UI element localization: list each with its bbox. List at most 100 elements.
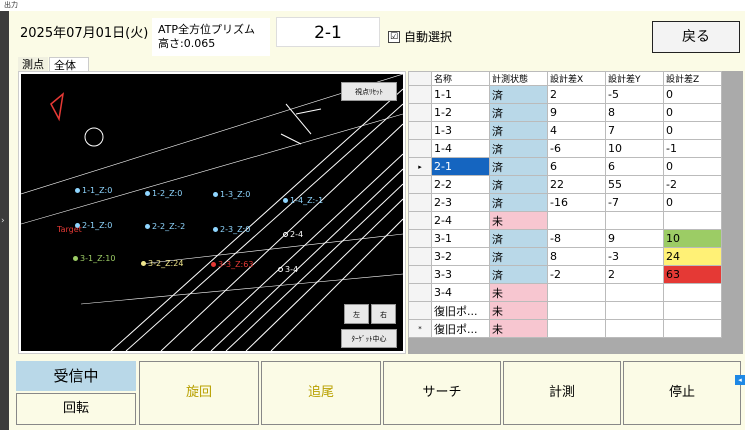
cell-name[interactable]: 1-2: [431, 103, 490, 122]
cell-name[interactable]: 3-4: [431, 283, 490, 302]
cell-diff-x[interactable]: [547, 211, 606, 230]
cell-name[interactable]: 1-4: [431, 139, 490, 158]
cell-status[interactable]: 未: [489, 301, 548, 320]
cell-diff-z[interactable]: 63: [663, 265, 722, 284]
row-marker[interactable]: [408, 229, 432, 248]
search-button[interactable]: サーチ: [383, 361, 501, 425]
row-marker[interactable]: [408, 121, 432, 140]
cell-diff-y[interactable]: 7: [605, 121, 664, 140]
row-marker[interactable]: [408, 283, 432, 302]
cell-diff-y[interactable]: 8: [605, 103, 664, 122]
cell-diff-x[interactable]: 8: [547, 247, 606, 266]
cell-status[interactable]: 済: [489, 85, 548, 104]
cell-diff-z[interactable]: -1: [663, 139, 722, 158]
table-row[interactable]: 1-1 済 2 -5 0: [408, 85, 722, 104]
table-row[interactable]: 1-4 済 -6 10 -1: [408, 139, 722, 158]
stop-button[interactable]: 停止: [623, 361, 741, 425]
cell-diff-y[interactable]: 2: [605, 265, 664, 284]
cell-diff-x[interactable]: [547, 319, 606, 338]
cell-diff-z[interactable]: 24: [663, 247, 722, 266]
row-marker[interactable]: [408, 85, 432, 104]
cell-status[interactable]: 済: [489, 229, 548, 248]
cell-diff-x[interactable]: 2: [547, 85, 606, 104]
table-row[interactable]: 2-2 済 22 55 -2: [408, 175, 722, 194]
cell-name[interactable]: 2-1: [431, 157, 490, 176]
tab-overall[interactable]: 全体: [49, 57, 89, 72]
cell-status[interactable]: 済: [489, 157, 548, 176]
cell-diff-z[interactable]: 0: [663, 157, 722, 176]
cell-status[interactable]: 未: [489, 319, 548, 338]
cell-name[interactable]: 2-3: [431, 193, 490, 212]
point-2-2[interactable]: 2-2_Z:-2: [145, 214, 185, 233]
point-3-2[interactable]: 3-2_Z:24: [141, 251, 183, 270]
cell-name[interactable]: 1-3: [431, 121, 490, 140]
cell-name[interactable]: 復旧ポ...: [431, 319, 490, 338]
cell-diff-x[interactable]: 6: [547, 157, 606, 176]
cell-diff-y[interactable]: -3: [605, 247, 664, 266]
col-header-name[interactable]: 名称: [431, 71, 490, 86]
back-button[interactable]: 戻る: [652, 21, 740, 53]
row-marker[interactable]: [408, 193, 432, 212]
point-3-3[interactable]: 3-3_Z:63: [211, 252, 253, 271]
cell-name[interactable]: 3-1: [431, 229, 490, 248]
cell-diff-y[interactable]: 9: [605, 229, 664, 248]
cell-status[interactable]: 済: [489, 265, 548, 284]
table-row[interactable]: 3-3 済 -2 2 63: [408, 265, 722, 284]
auto-select-checkbox[interactable]: ☑ 自動選択: [388, 28, 452, 45]
cell-status[interactable]: 済: [489, 175, 548, 194]
col-header-diff-z[interactable]: 設計差Z: [663, 71, 722, 86]
cell-diff-z[interactable]: [663, 319, 722, 338]
col-header-status[interactable]: 計測状態: [489, 71, 548, 86]
cell-status[interactable]: 済: [489, 139, 548, 158]
viewpoint-reset-button[interactable]: 視点ﾘｾｯﾄ: [341, 82, 397, 101]
cell-diff-y[interactable]: -5: [605, 85, 664, 104]
measure-button[interactable]: 計測: [503, 361, 621, 425]
col-header-diff-x[interactable]: 設計差X: [547, 71, 606, 86]
table-row[interactable]: 復旧ポ... 未: [408, 301, 722, 320]
tab-measure-point[interactable]: 測点: [18, 57, 48, 72]
rotate-right-button[interactable]: 右: [371, 304, 396, 324]
row-marker[interactable]: ▸: [408, 157, 432, 176]
point-3-4[interactable]: 3-4: [278, 257, 298, 276]
cell-status[interactable]: 済: [489, 121, 548, 140]
cell-diff-z[interactable]: 0: [663, 103, 722, 122]
point-2-3[interactable]: 2-3_Z:0: [213, 217, 250, 236]
cell-diff-z[interactable]: 0: [663, 85, 722, 104]
cell-diff-z[interactable]: 0: [663, 121, 722, 140]
table-row[interactable]: 3-4 未: [408, 283, 722, 302]
checkbox-icon[interactable]: ☑: [388, 30, 400, 43]
row-marker[interactable]: [408, 211, 432, 230]
cell-diff-y[interactable]: [605, 211, 664, 230]
cell-name[interactable]: 3-3: [431, 265, 490, 284]
cell-diff-x[interactable]: 4: [547, 121, 606, 140]
3d-view-canvas[interactable]: 1-1_Z:0 1-2_Z:0 1-3_Z:0 1-4_Z:-1 2-1_Z:0…: [21, 74, 403, 351]
table-row[interactable]: 2-4 未: [408, 211, 722, 230]
cell-diff-y[interactable]: 55: [605, 175, 664, 194]
point-3-1[interactable]: 3-1_Z:10: [73, 246, 115, 265]
cell-diff-z[interactable]: [663, 301, 722, 320]
cell-status[interactable]: 済: [489, 193, 548, 212]
table-row[interactable]: 3-1 済 -8 9 10: [408, 229, 722, 248]
swivel-button[interactable]: 旋回: [139, 361, 259, 425]
cell-diff-x[interactable]: -6: [547, 139, 606, 158]
cell-diff-x[interactable]: -8: [547, 229, 606, 248]
point-2-4[interactable]: 2-4: [283, 222, 303, 241]
cell-name[interactable]: 復旧ポ...: [431, 301, 490, 320]
cell-diff-z[interactable]: 10: [663, 229, 722, 248]
row-marker[interactable]: [408, 247, 432, 266]
table-row[interactable]: ▸ 2-1 済 6 6 0: [408, 157, 722, 176]
cell-name[interactable]: 2-2: [431, 175, 490, 194]
cell-name[interactable]: 1-1: [431, 85, 490, 104]
cell-diff-x[interactable]: -2: [547, 265, 606, 284]
cell-name[interactable]: 2-4: [431, 211, 490, 230]
cell-diff-y[interactable]: 10: [605, 139, 664, 158]
cell-diff-y[interactable]: [605, 301, 664, 320]
col-header-diff-y[interactable]: 設計差Y: [605, 71, 664, 86]
cell-diff-y[interactable]: [605, 319, 664, 338]
table-row[interactable]: 1-3 済 4 7 0: [408, 121, 722, 140]
point-1-4[interactable]: 1-4_Z:-1: [283, 188, 323, 207]
collapse-arrow-icon[interactable]: ›: [1, 216, 5, 226]
cell-status[interactable]: 済: [489, 247, 548, 266]
table-row[interactable]: * 復旧ポ... 未: [408, 319, 722, 338]
table-row[interactable]: 1-2 済 9 8 0: [408, 103, 722, 122]
